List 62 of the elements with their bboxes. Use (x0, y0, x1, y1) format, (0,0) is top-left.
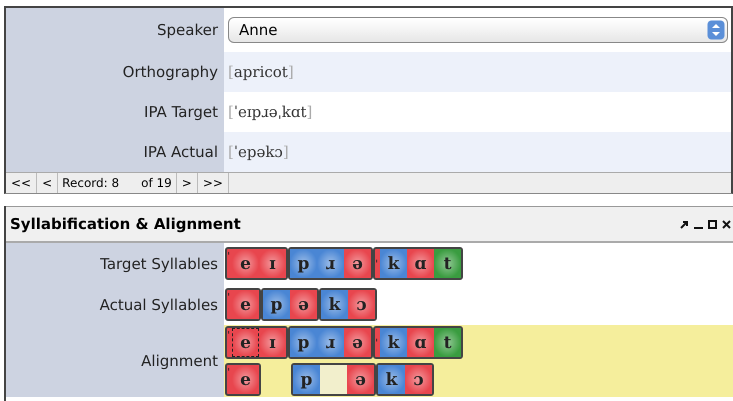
syllable[interactable]: p ɹ ə (288, 326, 373, 359)
field-label: Orthography (122, 63, 218, 81)
syllable[interactable]: ˌ k ɑ t (373, 247, 463, 280)
stress-mark: ˌ (375, 249, 380, 263)
row-label: Alignment (141, 352, 218, 370)
row-label: Actual Syllables (100, 296, 218, 314)
phone: ɔ (405, 365, 432, 394)
phone: t (434, 328, 461, 357)
syllable[interactable]: ˌ k ɑ t (373, 326, 463, 359)
stress-mark: ˈ (227, 249, 232, 263)
phone: ə (347, 365, 374, 394)
phone: k (321, 290, 348, 319)
field-value[interactable]: [ˈepəkɔ] (228, 143, 289, 161)
phone: p (290, 328, 317, 357)
stress-mark: ˈ (227, 328, 232, 342)
phone: ɹ (317, 249, 344, 278)
syllable[interactable]: ˈ e (225, 363, 261, 396)
stress-mark: ˈ (227, 365, 232, 379)
syllable[interactable]: ˈ e (225, 288, 261, 321)
phone: ə (290, 290, 317, 319)
syllable[interactable]: p ə (291, 363, 376, 396)
phone: k (380, 328, 407, 357)
syllable[interactable]: k ɔ (376, 363, 434, 396)
phone: ə (344, 249, 371, 278)
close-icon[interactable] (722, 220, 731, 228)
syllable[interactable]: p ə (261, 288, 319, 321)
field-label: IPA Actual (143, 143, 218, 161)
record-total: of 19 (141, 176, 172, 190)
phone: p (293, 365, 320, 394)
phone: e (232, 290, 259, 319)
phone: e (232, 328, 259, 357)
phone: ɹ (317, 328, 344, 357)
phone: k (378, 365, 405, 394)
phone: p (290, 249, 317, 278)
phone: ɪ (259, 328, 286, 357)
field-label: Speaker (156, 21, 218, 39)
maximize-icon[interactable] (708, 220, 717, 228)
field-value[interactable]: [apricot] (228, 63, 294, 81)
phone: k (380, 249, 407, 278)
stress-mark: ˌ (375, 328, 380, 342)
field-label: IPA Target (144, 103, 218, 121)
record-number: Record: 8 (62, 176, 120, 190)
speaker-dropdown[interactable]: Anne (228, 17, 728, 43)
field-value[interactable]: [ˈeɪpɹəˌkɑt] (228, 103, 312, 121)
phone: e (232, 365, 259, 394)
phone: ə (344, 328, 371, 357)
phone: ɔ (348, 290, 375, 319)
phone: ɪ (259, 249, 286, 278)
dropdown-arrows-icon (707, 20, 725, 40)
panel-title: Syllabification & Alignment (10, 215, 241, 233)
syllable[interactable]: ˈ e ɪ (225, 247, 288, 280)
phone: ɑ (407, 328, 434, 357)
undock-icon[interactable] (680, 220, 689, 228)
phone: ɑ (407, 249, 434, 278)
phone: p (263, 290, 290, 319)
phone: e (232, 249, 259, 278)
syllable[interactable]: ˈ e ɪ (225, 326, 288, 359)
syllable[interactable]: p ɹ ə (288, 247, 373, 280)
row-label: Target Syllables (100, 254, 218, 272)
phone: t (434, 249, 461, 278)
stress-mark: ˈ (227, 290, 232, 304)
syllable[interactable]: k ɔ (319, 288, 377, 321)
